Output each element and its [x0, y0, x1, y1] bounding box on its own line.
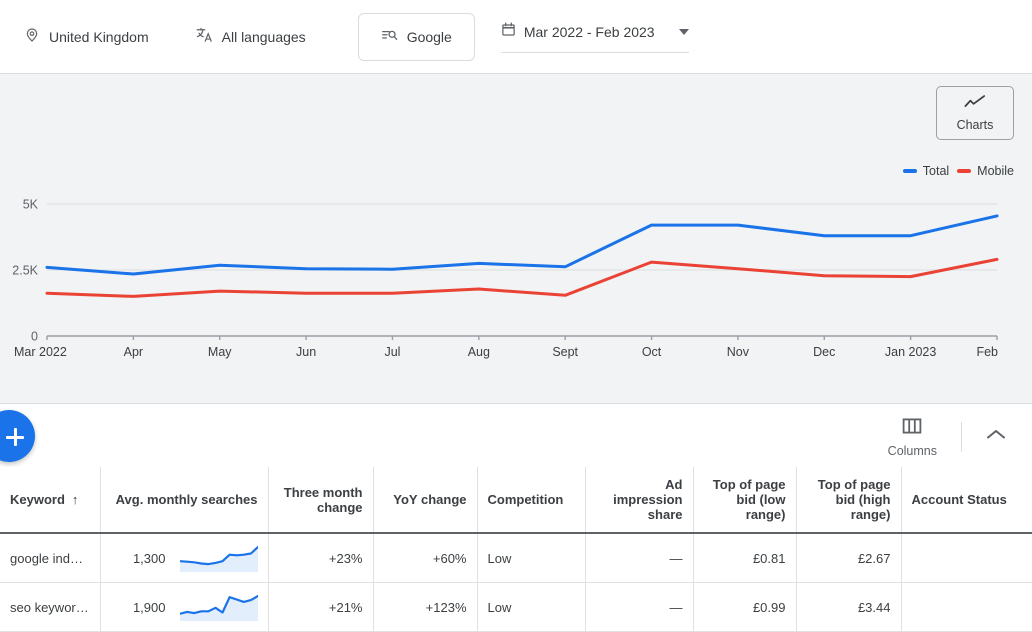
cell-yoy-change: +123%	[372, 582, 477, 632]
columns-icon	[902, 417, 922, 440]
cell-competition: Low	[476, 582, 585, 632]
svg-text:0: 0	[31, 330, 38, 344]
cell-account-status	[900, 582, 1032, 632]
language-filter-label: All languages	[221, 28, 306, 45]
legend-swatch-mobile	[957, 169, 972, 173]
language-filter[interactable]: All languages	[195, 26, 306, 47]
keyword-table: Keyword ↑ Avg. monthly searches Three mo…	[0, 467, 1032, 632]
svg-text:Oct: Oct	[642, 345, 662, 359]
cell-keyword[interactable]: seo keyword …	[0, 582, 100, 632]
legend-label-total: Total	[922, 164, 950, 178]
line-chart-icon	[964, 94, 986, 115]
location-filter[interactable]: United Kingdom	[24, 27, 149, 46]
keyword-text: seo keyword …	[10, 599, 90, 615]
legend-swatch-total	[902, 169, 917, 173]
collapse-chart-button[interactable]	[972, 422, 1020, 452]
column-header-keyword[interactable]: Keyword ↑	[0, 467, 100, 534]
sparkline	[179, 545, 258, 572]
table-row[interactable]: seo keyword … 1,900 +21%+123%Low—£0.99£3.4…	[0, 582, 1032, 632]
column-header-account-status[interactable]: Account Status	[900, 467, 1032, 534]
chevron-down-icon[interactable]	[678, 28, 689, 35]
svg-text:Dec: Dec	[813, 345, 835, 359]
svg-text:Feb: Feb	[976, 345, 998, 359]
location-pin-icon	[24, 27, 40, 46]
top-toolbar: United Kingdom All languages Google Mar …	[0, 0, 1032, 74]
column-header-keyword-label: Keyword	[10, 492, 65, 507]
cell-ad-impression-share: —	[584, 582, 693, 632]
column-header-three-month-change[interactable]: Three month change	[267, 467, 373, 534]
arrow-up-icon: ↑	[71, 492, 79, 507]
svg-text:Mar 2022: Mar 2022	[14, 345, 67, 359]
cell-top-of-page-bid-high: £3.44	[795, 582, 901, 632]
svg-text:Aug: Aug	[468, 345, 490, 359]
calendar-icon	[501, 21, 516, 42]
cell-top-of-page-bid-low: £0.99	[692, 582, 796, 632]
column-header-yoy-change[interactable]: YoY change	[372, 467, 477, 534]
cell-competition: Low	[476, 533, 585, 583]
cell-account-status	[900, 533, 1032, 583]
cell-top-of-page-bid-high: £2.67	[795, 533, 901, 583]
translate-icon	[195, 26, 213, 47]
svg-text:Apr: Apr	[124, 345, 143, 359]
cell-keyword[interactable]: google indexi…	[0, 533, 100, 583]
svg-text:Jul: Jul	[384, 345, 400, 359]
avg-monthly-searches-value: 1,300	[132, 550, 166, 566]
cell-three-month-change: +23%	[267, 533, 373, 583]
columns-button[interactable]: Columns	[874, 417, 951, 458]
toolbar-divider	[961, 422, 962, 452]
add-keyword-fab[interactable]	[0, 410, 35, 462]
cell-top-of-page-bid-low: £0.81	[692, 533, 796, 583]
table-toolbar: Columns	[874, 412, 1020, 462]
charts-toggle-button[interactable]: Charts	[936, 86, 1014, 140]
search-network-icon	[381, 27, 398, 47]
svg-text:Jan 2023: Jan 2023	[885, 345, 936, 359]
date-range-value: Mar 2022 - Feb 2023	[523, 23, 655, 40]
svg-text:Sept: Sept	[552, 345, 578, 359]
cell-three-month-change: +21%	[267, 582, 373, 632]
date-range-picker[interactable]: Mar 2022 - Feb 2023	[500, 21, 689, 53]
cell-ad-impression-share: —	[584, 533, 693, 583]
chart-legend: Total Mobile	[902, 164, 1014, 178]
location-filter-label: United Kingdom	[49, 28, 149, 45]
svg-text:May: May	[208, 345, 232, 359]
cell-yoy-change: +60%	[372, 533, 477, 583]
chart-panel: 0 2.5K 5K Mar 2022 Apr May Jun Jul Aug Sept Oct Nov…	[0, 74, 1032, 404]
column-header-competition[interactable]: Competition	[476, 467, 585, 534]
keyword-text: google indexi…	[10, 550, 90, 566]
svg-text:2.5K: 2.5K	[12, 264, 38, 278]
table-header-row: Keyword ↑ Avg. monthly searches Three mo…	[0, 467, 1032, 534]
sparkline	[179, 594, 258, 621]
cell-avg-monthly-searches: 1,300	[99, 533, 268, 583]
columns-button-label: Columns	[887, 443, 937, 458]
column-header-ad-impression-share[interactable]: Ad impression share	[584, 467, 693, 534]
svg-text:5K: 5K	[23, 198, 39, 212]
keyword-table-section: Columns Keyword ↑ Avg. monthly searches …	[0, 404, 1032, 632]
network-selector-label: Google	[406, 28, 452, 45]
legend-item-mobile[interactable]: Mobile	[957, 164, 1014, 178]
svg-text:Nov: Nov	[727, 345, 750, 359]
column-header-top-of-page-bid-high[interactable]: Top of page bid (high range)	[795, 467, 901, 534]
svg-text:Jun: Jun	[296, 345, 316, 359]
legend-label-mobile: Mobile	[977, 164, 1014, 178]
cell-avg-monthly-searches: 1,900	[99, 582, 268, 632]
table-row[interactable]: google indexi… 1,300 +23%+60%Low—£0.81£2.6…	[0, 533, 1032, 583]
avg-monthly-searches-value: 1,900	[132, 599, 166, 615]
column-header-top-of-page-bid-low[interactable]: Top of page bid (low range)	[692, 467, 796, 534]
charts-toggle-label: Charts	[956, 118, 994, 133]
search-volume-line-chart: 0 2.5K 5K Mar 2022 Apr May Jun Jul Aug Sept Oct Nov…	[12, 198, 999, 359]
column-header-avg-monthly-searches[interactable]: Avg. monthly searches	[99, 467, 268, 534]
legend-item-total[interactable]: Total	[902, 164, 950, 178]
chevron-up-icon	[986, 428, 1006, 446]
network-selector-button[interactable]: Google	[357, 12, 475, 61]
